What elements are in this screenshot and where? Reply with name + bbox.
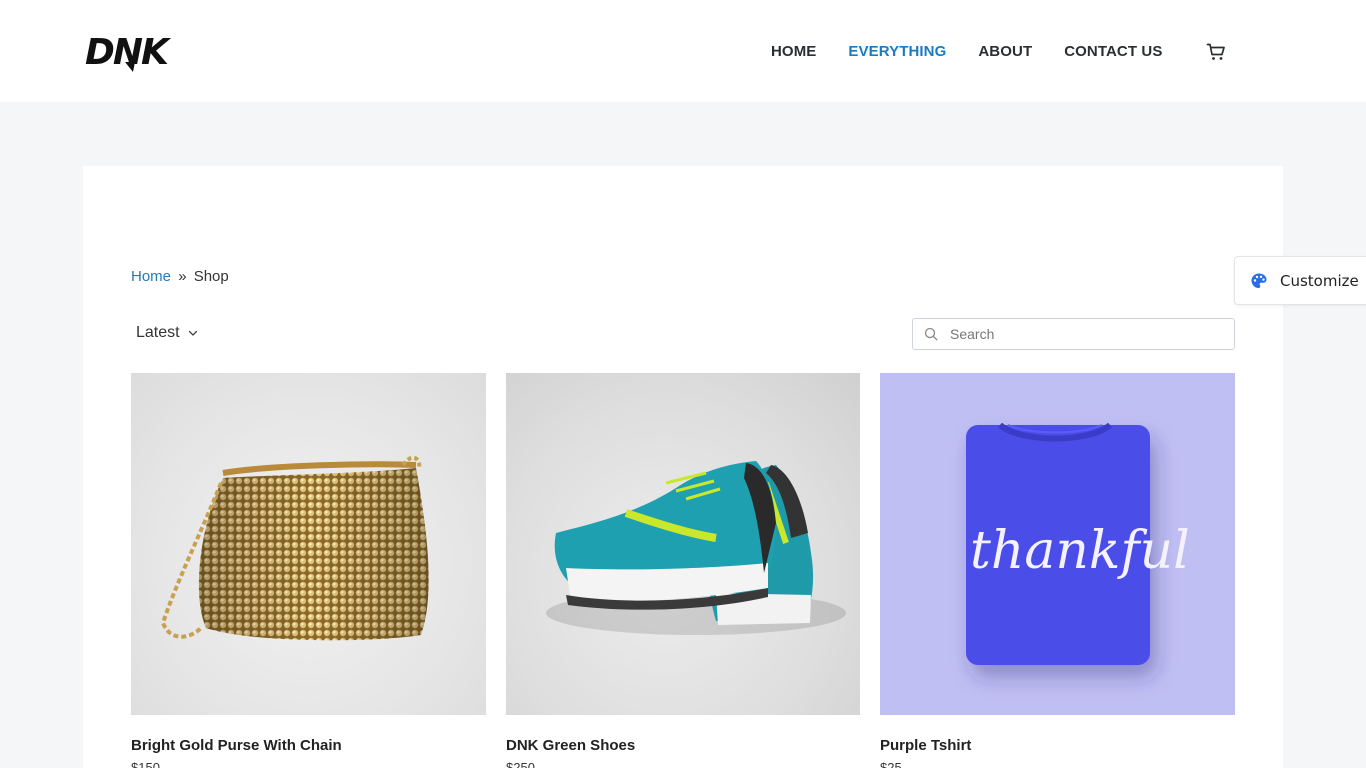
product-price: $25 xyxy=(880,760,902,768)
sort-select-value: Latest xyxy=(136,324,180,341)
product-price: $250 xyxy=(506,760,535,768)
nav-contact-us[interactable]: CONTACT US xyxy=(1064,43,1162,60)
product-name[interactable]: Purple Tshirt xyxy=(880,737,1235,754)
gold-purse-image xyxy=(160,455,429,641)
nav-home[interactable]: HOME xyxy=(771,43,816,60)
product-card[interactable]: Bright Gold Purse With Chain $150 xyxy=(131,373,486,768)
product-image[interactable]: thankful xyxy=(880,373,1235,715)
product-image[interactable] xyxy=(506,373,860,715)
breadcrumb-home-link[interactable]: Home xyxy=(131,268,171,285)
main-nav: HOME EVERYTHING ABOUT CONTACT US xyxy=(771,40,1194,62)
nav-about[interactable]: ABOUT xyxy=(978,43,1032,60)
chevron-down-icon xyxy=(188,330,197,336)
green-shoes-image xyxy=(546,461,846,635)
site-header: DNK HOME EVERYTHING ABOUT CONTACT US xyxy=(0,0,1366,102)
brand-logo[interactable]: DNK xyxy=(83,28,183,73)
product-card[interactable]: thankful Purple Tshirt $25 xyxy=(880,373,1235,768)
breadcrumb: Home » Shop xyxy=(131,268,229,285)
breadcrumb-separator: » xyxy=(178,268,187,285)
product-price: $150 xyxy=(131,760,160,768)
customize-label: Customize xyxy=(1280,271,1359,290)
search-input[interactable] xyxy=(950,326,1220,342)
nav-everything[interactable]: EVERYTHING xyxy=(848,43,946,60)
purple-tshirt-image: thankful xyxy=(966,422,1190,665)
product-image[interactable] xyxy=(131,373,486,715)
product-card[interactable]: DNK Green Shoes $250 xyxy=(506,373,860,768)
product-name[interactable]: DNK Green Shoes xyxy=(506,737,860,754)
palette-icon xyxy=(1251,273,1267,288)
search-icon xyxy=(924,327,938,341)
search-box xyxy=(912,318,1235,350)
dnk-logo-icon: DNK xyxy=(85,32,174,73)
breadcrumb-current: Shop xyxy=(193,268,229,285)
svg-text:thankful: thankful xyxy=(970,521,1190,581)
product-name[interactable]: Bright Gold Purse With Chain xyxy=(131,737,486,754)
cart-icon[interactable] xyxy=(1206,42,1226,62)
customize-button[interactable]: Customize xyxy=(1234,256,1366,305)
sort-select[interactable]: Latest xyxy=(136,324,198,342)
